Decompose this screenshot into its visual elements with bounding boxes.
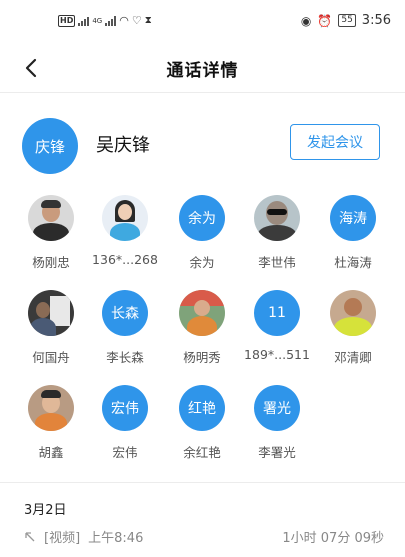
member-name: 宏伟 [112,445,138,460]
member-avatar: 红艳 [179,385,225,431]
record-date: 3月2日 [24,503,67,518]
member-avatar [330,290,376,336]
heart-icon: ♡ [131,14,142,27]
page-title: 通话详情 [166,61,239,81]
member-name: 余红艳 [183,445,221,460]
member-name: 何国舟 [32,350,70,365]
member-avatar: 余为 [179,195,225,241]
header: 通话详情 [0,44,405,93]
member-item[interactable]: 何国舟 [14,290,88,366]
battery-indicator: 55 [338,14,356,27]
member-item[interactable]: 杨刚忠 [14,195,88,271]
member-avatar [254,195,300,241]
member-item[interactable]: 胡鑫 [14,385,88,461]
member-item[interactable]: 海涛 杜海涛 [316,195,390,271]
hourglass-icon: ⧗ [144,15,152,26]
member-name: 胡鑫 [38,445,64,460]
member-item[interactable]: 136*...268 [88,195,162,267]
call-duration: 1小时 07分 09秒 [282,531,384,546]
member-item[interactable]: 署光 李署光 [240,385,314,461]
call-time: 上午8:46 [88,531,144,546]
member-name: 李署光 [258,445,296,460]
member-avatar: 宏伟 [102,385,148,431]
member-name: 杨刚忠 [32,255,70,270]
member-avatar [179,290,225,336]
wifi-icon: ◠ [119,14,129,27]
member-name: 杜海涛 [334,255,372,270]
member-item[interactable]: 红艳 余红艳 [165,385,239,461]
status-left: HD 4G ◠ ♡ ⧗ [58,14,152,27]
member-avatar [102,195,148,241]
status-bar: HD 4G ◠ ♡ ⧗ ◉ ⏰ 55 3:56 [0,0,405,44]
member-item[interactable]: 余为 余为 [165,195,239,271]
member-item[interactable]: 杨明秀 [165,290,239,366]
member-item[interactable]: 11 189*...511 [240,290,314,362]
member-avatar [28,385,74,431]
member-avatar [28,290,74,336]
member-avatar: 11 [254,290,300,336]
member-name: 李长森 [106,350,144,365]
member-name: 189*...511 [244,347,310,362]
member-item[interactable]: 邓清卿 [316,290,390,366]
section-divider [0,482,405,483]
member-avatar: 署光 [254,385,300,431]
member-avatar [28,195,74,241]
incoming-call-arrow-icon [25,531,35,541]
member-name: 杨明秀 [183,350,221,365]
member-name: 李世伟 [258,255,296,270]
network-badge: 4G [92,16,103,25]
status-time: 3:56 [361,13,391,28]
eye-icon: ◉ [300,13,312,28]
start-meeting-button[interactable]: 发起会议 [290,124,380,160]
member-name: 136*...268 [92,252,158,267]
signal-icon [78,15,90,26]
caller-avatar[interactable]: 庆锋 [22,118,78,174]
member-name: 余为 [189,255,215,270]
member-item[interactable]: 宏伟 宏伟 [88,385,162,461]
signal-icon-2 [105,15,117,26]
status-right: ◉ ⏰ 55 3:56 [301,13,391,28]
member-avatar: 长森 [102,290,148,336]
hd-badge: HD [58,14,76,27]
call-record-row[interactable]: [视频] 上午8:46 1小时 07分 09秒 [24,527,384,546]
member-item[interactable]: 李世伟 [240,195,314,271]
member-avatar: 海涛 [330,195,376,241]
call-type: [视频] [44,531,81,546]
alarm-icon: ⏰ [317,13,333,28]
member-name: 邓清卿 [334,350,372,365]
member-item[interactable]: 长森 李长森 [88,290,162,366]
caller-name: 吴庆锋 [96,135,150,156]
